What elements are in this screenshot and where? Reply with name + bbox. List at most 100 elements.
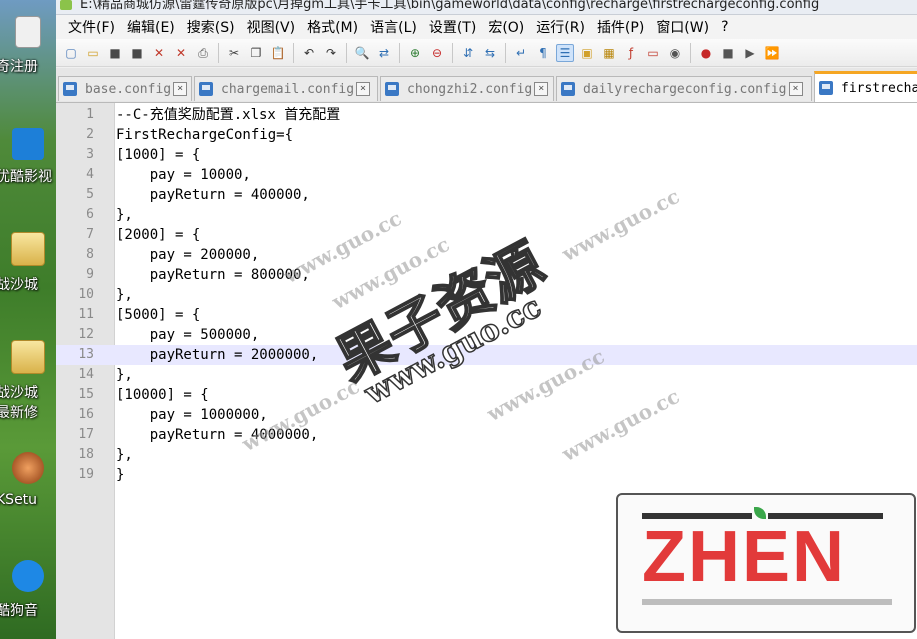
close-tab-icon[interactable]: ×: [534, 82, 549, 96]
zoom-in-icon[interactable]: ⊕: [406, 44, 424, 62]
close-tab-icon[interactable]: ×: [173, 82, 188, 96]
folder-icon: [11, 340, 45, 374]
indent-guide-icon[interactable]: ☰: [556, 43, 574, 62]
menu-file[interactable]: 文件(F): [62, 17, 121, 37]
tab-chargemail-config[interactable]: chargemail.config ×: [194, 76, 378, 101]
stamp-logo-text: ZHEN: [642, 517, 846, 597]
code-line[interactable]: 1 --C-充值奖励配置.xlsx 首充配置: [56, 105, 917, 125]
line-number: 3: [86, 147, 94, 162]
show-all-chars-icon[interactable]: ¶: [534, 44, 552, 62]
desktop-item-ksetup[interactable]: KSetu: [0, 452, 56, 508]
code-line[interactable]: 5 payReturn = 400000,: [56, 185, 917, 205]
desktop-item-shacheng[interactable]: 战沙城: [0, 232, 56, 293]
title-bar[interactable]: E:\精品商城仿源\雷霆传奇原版pc\月掉gm工具\手卡工具\bin\gamew…: [56, 0, 917, 15]
line-number: 5: [86, 187, 94, 202]
sync-horizontal-icon[interactable]: ⇆: [481, 44, 499, 62]
code-line[interactable]: 13 payReturn = 2000000,: [56, 345, 917, 365]
copy-icon[interactable]: ❐: [247, 44, 265, 62]
paste-icon[interactable]: 📋: [269, 44, 287, 62]
code-line[interactable]: 15 [10000] = {: [56, 385, 917, 405]
menu-format[interactable]: 格式(M): [301, 17, 364, 37]
code-line[interactable]: 3 [1000] = {: [56, 145, 917, 165]
close-tab-icon[interactable]: ×: [788, 82, 803, 96]
line-text: pay = 500000,: [116, 327, 260, 343]
folder-workspace-icon[interactable]: ▭: [644, 44, 662, 62]
menu-macro[interactable]: 宏(O): [482, 17, 530, 37]
word-wrap-icon[interactable]: ↵: [512, 44, 530, 62]
desktop-item-kugou[interactable]: 酷狗音: [0, 560, 56, 619]
toolbar: ▢ ▭ ■ ■ ✕ ✕ ⎙ ✂ ❐ 📋 ↶ ↷ 🔍 ⇄ ⊕ ⊖ ⇵ ⇆ ↵ ¶ ☰ ▣ ▦ ƒ ▭ ◉ ● ■ ▶ ⏩: [56, 39, 917, 67]
menu-bar: 文件(F) 编辑(E) 搜索(S) 视图(V) 格式(M) 语言(L) 设置(T…: [56, 15, 917, 39]
menu-edit[interactable]: 编辑(E): [121, 17, 181, 37]
code-line[interactable]: 4 pay = 10000,: [56, 165, 917, 185]
menu-search[interactable]: 搜索(S): [181, 17, 241, 37]
menu-settings[interactable]: 设置(T): [423, 17, 482, 37]
code-line[interactable]: 9 payReturn = 800000,: [56, 265, 917, 285]
close-file-icon[interactable]: ✕: [150, 44, 168, 62]
desktop-item-label: 奇注册: [0, 59, 38, 75]
line-text: },: [116, 287, 133, 303]
menu-language[interactable]: 语言(L): [364, 17, 423, 37]
new-file-icon[interactable]: ▢: [62, 44, 80, 62]
tab-label: dailyrechargeconfig.config: [583, 81, 787, 97]
record-macro-icon[interactable]: ●: [697, 44, 715, 62]
stop-macro-icon[interactable]: ■: [719, 44, 737, 62]
close-all-icon[interactable]: ✕: [172, 44, 190, 62]
menu-help[interactable]: ?: [715, 19, 734, 35]
line-text: FirstRechargeConfig={: [116, 127, 294, 143]
code-line[interactable]: 14},: [56, 365, 917, 385]
replace-icon[interactable]: ⇄: [375, 44, 393, 62]
run-multiple-macro-icon[interactable]: ⏩: [763, 44, 781, 62]
zhen-stamp-logo: ZHEN: [616, 493, 916, 633]
find-icon[interactable]: 🔍: [353, 44, 371, 62]
tab-label: base.config: [85, 81, 172, 97]
code-line[interactable]: 18},: [56, 445, 917, 465]
line-text: [1000] = {: [116, 147, 201, 163]
tab-chongzhi2-config[interactable]: chongzhi2.config ×: [380, 76, 554, 101]
zoom-out-icon[interactable]: ⊖: [428, 44, 446, 62]
print-icon[interactable]: ⎙: [194, 44, 212, 62]
desktop-item-label: 战沙城: [0, 277, 38, 293]
tab-label: chargemail.config: [221, 81, 355, 97]
monitor-icon[interactable]: ◉: [666, 44, 684, 62]
code-line[interactable]: 11 [5000] = {: [56, 305, 917, 325]
desktop-item-label: KSetu: [0, 492, 38, 508]
desktop-item-register[interactable]: 奇注册: [0, 16, 56, 75]
menu-view[interactable]: 视图(V): [241, 17, 302, 37]
line-number: 13: [78, 347, 94, 362]
line-number: 1: [86, 107, 94, 122]
menu-window[interactable]: 窗口(W): [650, 17, 715, 37]
code-line[interactable]: 12 pay = 500000,: [56, 325, 917, 345]
redo-icon[interactable]: ↷: [322, 44, 340, 62]
save-icon[interactable]: ■: [106, 44, 124, 62]
undo-icon[interactable]: ↶: [300, 44, 318, 62]
code-line[interactable]: 10},: [56, 285, 917, 305]
tab-dailyrechargeconfig-config[interactable]: dailyrechargeconfig.config ×: [556, 76, 812, 101]
code-line[interactable]: 7 [2000] = {: [56, 225, 917, 245]
code-line[interactable]: 2 FirstRechargeConfig={: [56, 125, 917, 145]
code-line[interactable]: 6},: [56, 205, 917, 225]
saved-file-icon: [63, 82, 77, 96]
doc-map-icon[interactable]: ▦: [600, 44, 618, 62]
function-list-icon[interactable]: ƒ: [622, 44, 640, 62]
tab-label: firstrecha: [841, 80, 917, 96]
tab-base-config[interactable]: base.config ×: [58, 76, 192, 101]
user-lang-icon[interactable]: ▣: [578, 44, 596, 62]
desktop-item-youku[interactable]: 优酷影视: [0, 128, 56, 185]
desktop-item-shacheng-2[interactable]: 战沙城 最新修: [0, 340, 56, 421]
sync-vertical-icon[interactable]: ⇵: [459, 44, 477, 62]
document-icon: [15, 16, 41, 48]
menu-plugins[interactable]: 插件(P): [591, 17, 650, 37]
close-tab-icon[interactable]: ×: [356, 82, 371, 96]
code-line[interactable]: 17 payReturn = 4000000,: [56, 425, 917, 445]
save-all-icon[interactable]: ■: [128, 44, 146, 62]
line-text: },: [116, 207, 133, 223]
menu-run[interactable]: 运行(R): [530, 17, 591, 37]
tab-firstrechargeconfig-config[interactable]: firstrecha: [814, 71, 917, 102]
cut-icon[interactable]: ✂: [225, 44, 243, 62]
code-line[interactable]: 8 pay = 200000,: [56, 245, 917, 265]
code-line[interactable]: 19}: [56, 465, 917, 485]
play-macro-icon[interactable]: ▶: [741, 44, 759, 62]
open-file-icon[interactable]: ▭: [84, 44, 102, 62]
code-line[interactable]: 16 pay = 1000000,: [56, 405, 917, 425]
